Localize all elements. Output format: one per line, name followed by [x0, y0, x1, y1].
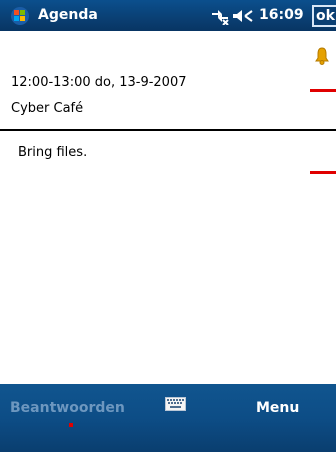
agenda-screen: Agenda 16:09 ok 12:00-13:00 do, 13-9-200…: [0, 0, 336, 452]
appointment-time: 12:00-13:00 do, 13-9-2007: [11, 75, 187, 90]
annotation-marker: [310, 171, 336, 174]
menu-softkey[interactable]: Menu: [256, 400, 299, 416]
bell-icon: [315, 47, 329, 65]
notes-area[interactable]: [4, 134, 328, 379]
bottom-bar: [0, 384, 336, 452]
clock[interactable]: 16:09: [259, 7, 304, 23]
speaker-icon[interactable]: [232, 7, 254, 25]
header-divider: [0, 129, 336, 131]
connectivity-icon[interactable]: [210, 7, 230, 25]
windows-flag-icon[interactable]: [10, 6, 30, 26]
reply-softkey[interactable]: Beantwoorden: [10, 400, 125, 416]
app-title: Agenda: [38, 7, 98, 23]
ok-button[interactable]: ok: [312, 5, 336, 27]
title-bar: Agenda 16:09 ok: [0, 0, 336, 31]
annotation-dot: [69, 423, 73, 427]
appointment-location: Cyber Café: [11, 101, 84, 116]
keyboard-icon[interactable]: [165, 397, 186, 411]
annotation-marker: [310, 89, 336, 92]
appointment-notes: Bring files.: [18, 145, 88, 160]
